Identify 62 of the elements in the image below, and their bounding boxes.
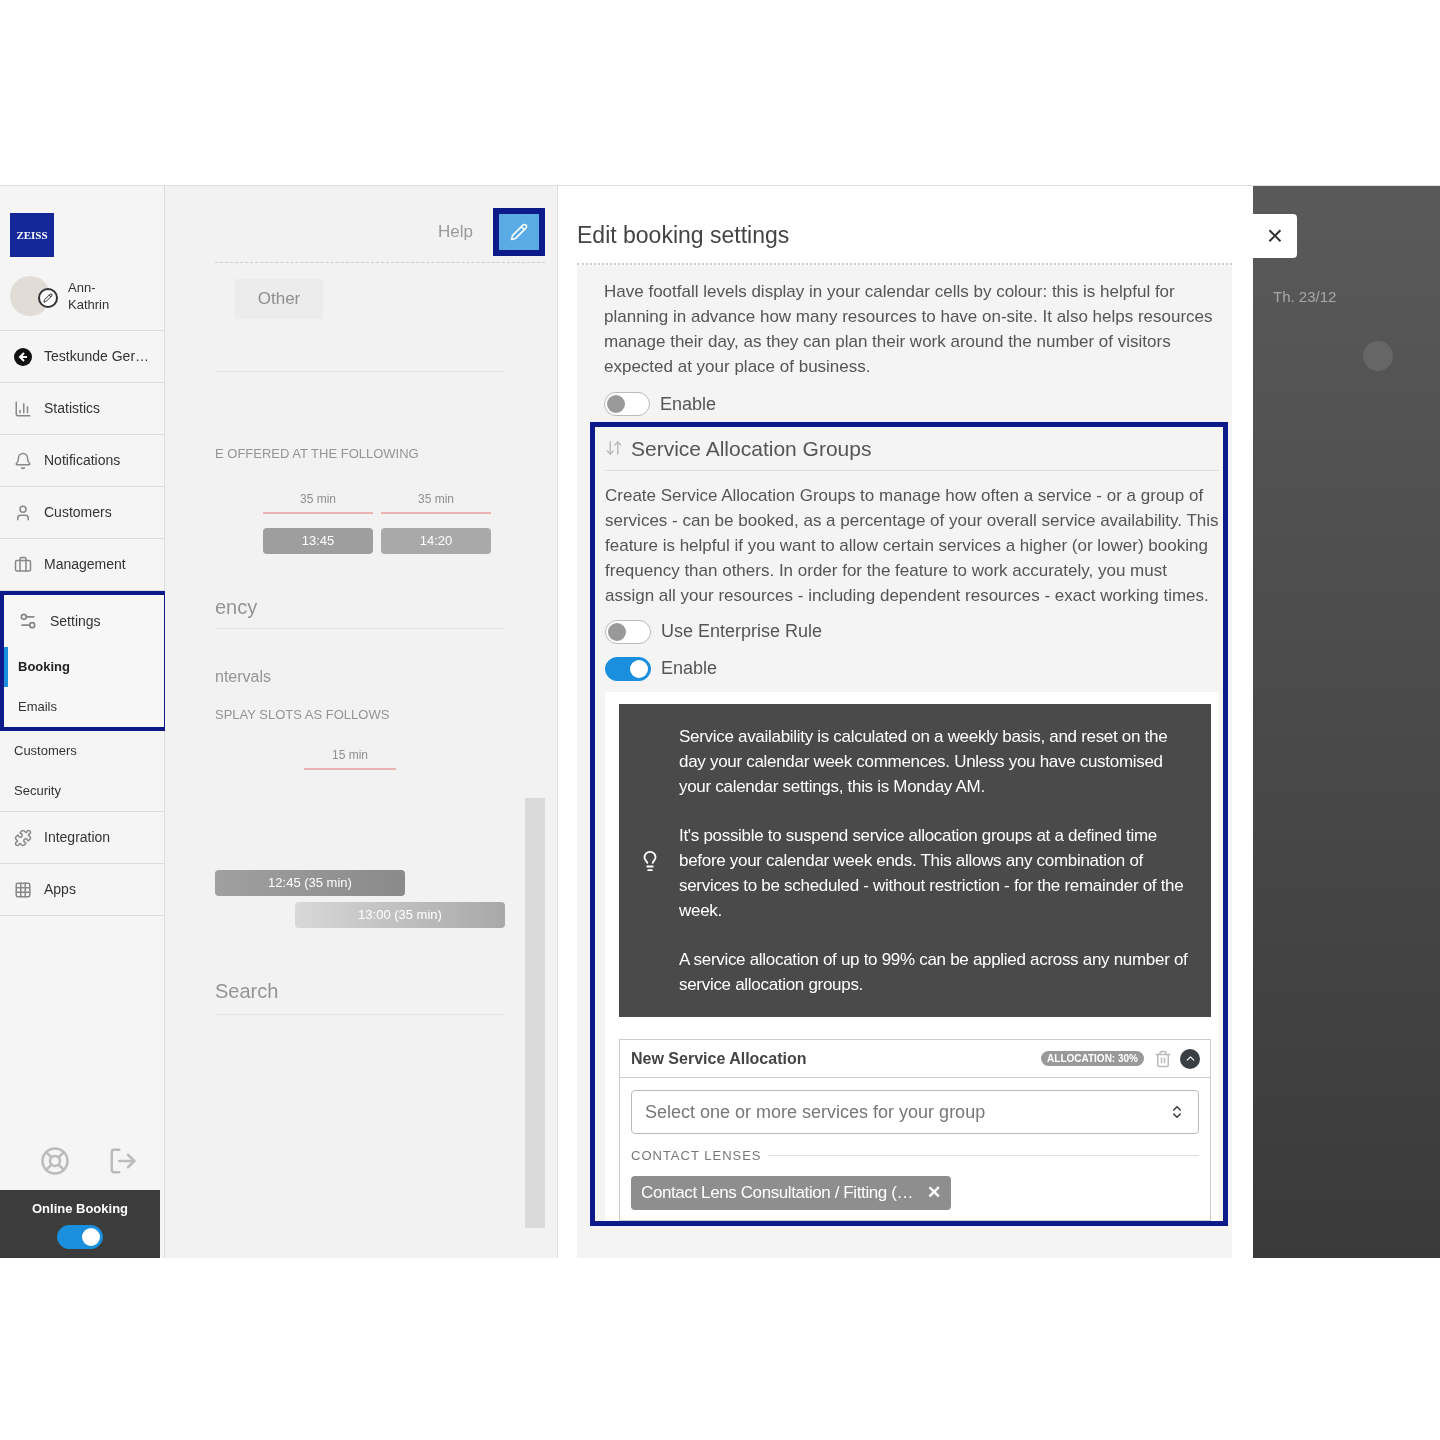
user-name: Ann- Kathrin [68,278,110,313]
logo: ZEISS [10,213,54,257]
calendar-date: Th. 23/12 [1273,287,1338,307]
section-heading: E OFFERED AT THE FOLLOWING [215,445,420,463]
group-label: CONTACT LENSES [631,1147,762,1165]
chip-label: Contact Lens Consultation / Fitting (… [641,1181,914,1204]
sidebar-item[interactable]: Statistics [0,383,164,435]
section-heading: ency [215,591,505,629]
toggle-switch[interactable] [605,619,651,644]
section-description: Create Service Allocation Groups to manage how often a service - or a group of services - can be booked, as a percentage of your overall service availability. This feature is helpful if you want to allow certain services a higher (or lower) booking frequency than others. In order for the feature to work accurately, you must assign all your resources - including dependent resources - exact working times. [605,485,1219,607]
booking-bar: 12:45 (35 min) [215,870,405,896]
footfall-description: Have footfall levels display in your calendar cells by colour: this is helpful for planning in advance how many resources to have on-site. It also helps resources manage their day, as they can plan their work around the number of visitors expected at your place of business. [604,280,1214,378]
toggle-label: Use Enterprise Rule [661,620,823,643]
briefcase-icon [14,555,32,574]
time-slot: 14:20 [381,527,491,554]
settings-icon [18,611,38,631]
info-text: Service availability is calculated on a weekly basis, and reset on the day your calendar week commences. Unless you have customised your calendar settings, this is Monday AM. [679,726,1169,798]
sidebar-subitem[interactable]: Customers [0,731,164,771]
online-booking-label: Online Booking [31,1200,129,1219]
close-button[interactable]: × [1253,214,1297,258]
edit-button[interactable] [499,214,539,250]
card-title: New Service Allocation [631,1048,807,1069]
toggle-switch[interactable] [604,392,650,416]
sort-icon [605,439,623,458]
sidebar-subitem[interactable]: Emails [4,687,164,727]
sidebar-subitem[interactable]: Security [0,771,164,811]
pencil-icon [510,223,528,241]
collapse-button[interactable] [1180,1048,1200,1069]
duration-label: 15 min [332,747,368,764]
pencil-icon [43,292,53,303]
sidebar-item[interactable]: Apps [0,864,164,916]
duration-label: 35 min [418,490,454,508]
allocation-badge: ALLOCATION: 30% [1041,1051,1144,1066]
services-select[interactable]: Select one or more services for your group [631,1090,1199,1134]
user-icon [14,503,32,522]
toggle-label: Enable [660,392,717,416]
section-title: Service Allocation Groups [631,435,872,462]
toggle-label: Enable [661,657,718,680]
duration-label: 35 min [300,490,336,508]
puzzle-icon [14,828,32,847]
toggle-switch[interactable] [57,1224,103,1249]
logout-icon[interactable] [108,1146,138,1176]
sidebar-item[interactable]: Notifications [0,435,164,487]
info-text: It's possible to suspend service allocation groups at a defined time before your calendar week ends. This allows any combination of services to be scheduled - without restriction - for the remainder of the week. [679,825,1185,922]
booking-bar: 13:00 (35 min) [295,902,505,928]
grid-icon [14,880,32,899]
section-heading: SPLAY SLOTS AS FOLLOWS [215,705,391,724]
trash-icon[interactable] [1154,1049,1172,1068]
help-icon[interactable] [40,1146,70,1176]
time-slot: 13:45 [263,527,373,554]
avatar [10,275,50,316]
info-text: A service allocation of up to 99% can be applied across any number of service allocation groups. [679,949,1189,996]
bar-chart-icon [14,399,32,418]
sidebar-item[interactable]: Settings [4,595,164,647]
sidebar-item[interactable]: Testkunde Ger… [0,331,164,383]
bell-icon [14,451,32,470]
sidebar-item[interactable]: Integration [0,812,164,864]
section-heading: Search [215,976,505,1015]
modal-title: Edit booking settings [577,222,790,248]
toggle-switch[interactable] [605,656,651,681]
sidebar-item[interactable]: Customers [0,487,164,539]
section-heading: ntervals [215,666,273,687]
